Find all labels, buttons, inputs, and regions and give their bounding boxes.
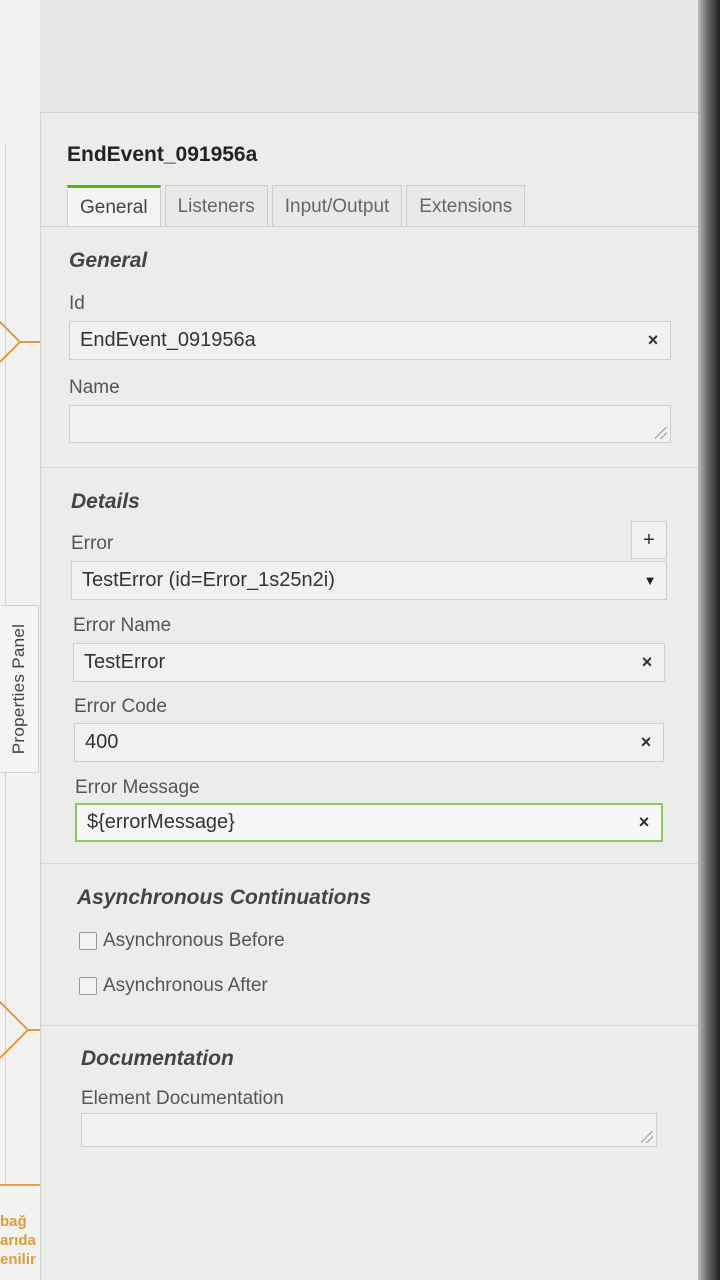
async-after-checkbox[interactable] (79, 977, 97, 995)
tab-listeners[interactable]: Listeners (164, 185, 268, 227)
diagram-canvas[interactable]: Properties Panel (0, 0, 56, 1280)
clear-error-message-icon[interactable]: × (627, 812, 661, 833)
resize-grip-icon[interactable] (655, 427, 667, 439)
error-select[interactable]: TestError (id=Error_1s25n2i) ▼ (71, 561, 667, 600)
error-name-field[interactable]: TestError × (73, 643, 665, 682)
error-message-value: ${errorMessage} (87, 811, 235, 833)
error-code-label: Error Code (74, 696, 167, 717)
clear-id-icon[interactable]: × (636, 330, 670, 351)
async-before-checkbox[interactable] (79, 932, 97, 950)
section-title-general: General (69, 249, 148, 272)
async-before-row[interactable]: Asynchronous Before (79, 930, 285, 952)
section-title-details: Details (71, 490, 140, 513)
name-label: Name (69, 377, 120, 398)
id-label: Id (69, 293, 85, 314)
section-title-documentation: Documentation (81, 1047, 234, 1070)
section-title-async: Asynchronous Continuations (77, 886, 371, 909)
element-documentation-label: Element Documentation (81, 1088, 284, 1109)
tab-input-output[interactable]: Input/Output (271, 185, 403, 227)
error-name-value: TestError (84, 651, 166, 673)
add-error-button[interactable]: + (631, 521, 667, 559)
error-code-value: 400 (85, 731, 119, 753)
error-name-label: Error Name (73, 615, 172, 636)
dropdown-arrow-icon[interactable]: ▼ (634, 573, 666, 588)
error-message-field[interactable]: ${errorMessage} × (75, 803, 663, 842)
tab-extensions[interactable]: Extensions (406, 185, 526, 227)
error-code-field[interactable]: 400 × (74, 723, 664, 762)
properties-tabs: General Listeners Input/Output Extension… (67, 185, 526, 227)
section-divider (41, 863, 699, 864)
error-message-label: Error Message (75, 777, 200, 798)
resize-grip-icon[interactable] (641, 1131, 653, 1143)
screen-bezel (698, 0, 720, 1280)
async-after-row[interactable]: Asynchronous After (79, 975, 268, 997)
id-field[interactable]: EndEvent_091956a × (69, 321, 671, 360)
error-selected-value: TestError (id=Error_1s25n2i) (82, 569, 335, 591)
properties-panel: EndEvent_091956a General Listeners Input… (40, 112, 699, 1280)
async-after-label: Asynchronous After (103, 975, 268, 996)
section-divider (41, 467, 699, 468)
element-title: EndEvent_091956a (67, 143, 258, 166)
async-before-label: Asynchronous Before (103, 930, 285, 951)
properties-panel-toggle[interactable]: Properties Panel (1, 605, 39, 773)
element-documentation-textarea[interactable] (81, 1113, 657, 1147)
name-textarea[interactable] (69, 405, 671, 443)
tab-general[interactable]: General (67, 185, 161, 227)
error-label: Error (71, 533, 114, 554)
tabs-underline (41, 226, 699, 227)
clear-error-name-icon[interactable]: × (630, 652, 664, 673)
properties-panel-toggle-label: Properties Panel (9, 623, 29, 755)
section-divider (41, 1025, 699, 1026)
clear-error-code-icon[interactable]: × (629, 732, 663, 753)
id-value: EndEvent_091956a (80, 329, 256, 351)
gateway-shape-icon[interactable] (0, 318, 40, 366)
